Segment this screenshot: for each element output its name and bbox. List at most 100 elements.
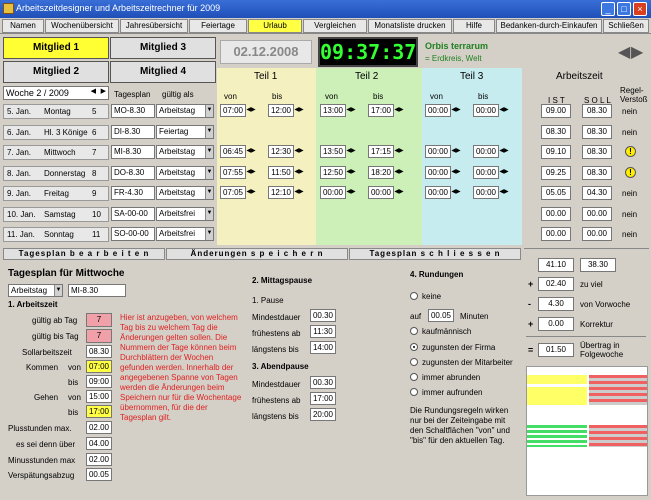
minus-field[interactable]: 02.00	[86, 453, 112, 466]
time-arrows-icon[interactable]: ◀▶	[246, 186, 256, 199]
day-type-select[interactable]: Arbeitstag ▼	[156, 166, 214, 180]
mind-field[interactable]: 00.30	[310, 309, 336, 322]
time-field-t1v[interactable]: 07:05	[220, 186, 246, 199]
time-arrows-icon[interactable]: ◀▶	[394, 145, 404, 158]
prev-arrow-icon[interactable]: ◀	[618, 42, 630, 62]
time-arrows-icon[interactable]: ◀▶	[246, 145, 256, 158]
time-field-t1b[interactable]: 12:30	[268, 145, 294, 158]
time-field-t3b[interactable]: 00:00	[473, 186, 499, 199]
time-field-t1b[interactable]: 12:00	[268, 104, 294, 117]
menu-monatsliste-drucken[interactable]: Monatsliste drucken	[368, 19, 452, 33]
kommen-bis-field[interactable]: 09:00	[86, 375, 112, 388]
time-field-t3v[interactable]: 00:00	[425, 145, 451, 158]
time-arrows-icon[interactable]: ◀▶	[246, 166, 256, 179]
day-row[interactable]: 9. Jan. Freitag 9	[3, 186, 109, 201]
time-field-t2b[interactable]: 17:00	[368, 104, 394, 117]
korrektur-field[interactable]: 0.00	[538, 317, 574, 331]
frueh2-field[interactable]: 17:00	[310, 392, 336, 405]
soll-field[interactable]: 08.30	[86, 345, 112, 358]
gehen-von-field[interactable]: 15:00	[86, 390, 112, 403]
menu-feiertage[interactable]: Feiertage	[189, 19, 247, 33]
day-type-select[interactable]: Arbeitstag ▼	[156, 186, 214, 200]
time-field-t3b[interactable]: 00:00	[473, 104, 499, 117]
save-changes-button[interactable]: Änderungen s p e i c h e r n	[166, 248, 348, 260]
menu-jahresuebersicht[interactable]: Jahresübersicht	[120, 19, 188, 33]
auf-field[interactable]: 00.05	[428, 309, 454, 322]
kommen-von-field[interactable]: 07:00	[86, 360, 112, 373]
member-4-button[interactable]: Mitglied 4	[110, 61, 216, 83]
week-next-icon[interactable]: ▶	[101, 87, 106, 95]
radio-firma[interactable]	[410, 343, 418, 351]
menu-urlaub[interactable]: Urlaub	[248, 19, 302, 33]
time-arrows-icon[interactable]: ◀▶	[346, 186, 356, 199]
day-type-select[interactable]: Arbeitsfrei ▼	[156, 207, 214, 221]
day-row[interactable]: 11. Jan. Sonntag 11	[3, 227, 109, 242]
time-arrows-icon[interactable]: ◀▶	[394, 186, 404, 199]
time-field-t1v[interactable]: 07:55	[220, 166, 246, 179]
time-field-t2v[interactable]: 00:00	[320, 186, 346, 199]
time-field-t3b[interactable]: 00:00	[473, 166, 499, 179]
time-arrows-icon[interactable]: ◀▶	[246, 104, 256, 117]
plus-field[interactable]: 02.00	[86, 421, 112, 434]
day-row[interactable]: 7. Jan. Mittwoch 7	[3, 145, 109, 160]
day-tagesplan[interactable]: FR-4.30	[111, 186, 155, 200]
time-arrows-icon[interactable]: ◀▶	[451, 104, 461, 117]
edit-tagesplan-button[interactable]: Tagesplan b e a r b e i t e n	[3, 248, 165, 260]
day-tagesplan[interactable]: SO-00-00	[111, 227, 155, 241]
time-arrows-icon[interactable]: ◀▶	[294, 166, 304, 179]
time-field-t2b[interactable]: 00:00	[368, 186, 394, 199]
frueh-field[interactable]: 11:30	[310, 325, 336, 338]
menu-namen[interactable]: Namen	[2, 19, 44, 33]
time-field-t1v[interactable]: 06:45	[220, 145, 246, 158]
radio-keine[interactable]	[410, 292, 418, 300]
close-button[interactable]: ×	[633, 2, 647, 16]
week-selector[interactable]: Woche 2 / 2009 ◀ ▶	[3, 86, 109, 100]
time-arrows-icon[interactable]: ◀▶	[499, 186, 509, 199]
plan-name-field[interactable]: MI-8.30	[68, 284, 126, 297]
time-arrows-icon[interactable]: ◀▶	[499, 104, 509, 117]
ab-tag-field[interactable]: 7	[86, 313, 112, 327]
member-2-button[interactable]: Mitglied 2	[3, 61, 109, 83]
day-tagesplan[interactable]: DO-8.30	[111, 166, 155, 180]
day-type-select[interactable]: Feiertag ▼	[156, 125, 214, 139]
time-arrows-icon[interactable]: ◀▶	[499, 166, 509, 179]
spaet-field[interactable]: 14:00	[310, 341, 336, 354]
day-tagesplan[interactable]: DI-8.30	[111, 125, 155, 139]
esseidenn-field[interactable]: 04.00	[86, 437, 112, 450]
time-field-t3v[interactable]: 00:00	[425, 186, 451, 199]
time-field-t2v[interactable]: 13:00	[320, 104, 346, 117]
day-row[interactable]: 8. Jan. Donnerstag 8	[3, 166, 109, 181]
day-type-select[interactable]: Arbeitsfrei ▼	[156, 227, 214, 241]
time-field-t1v[interactable]: 07:00	[220, 104, 246, 117]
gehen-bis-field[interactable]: 17:00	[86, 405, 112, 418]
time-arrows-icon[interactable]: ◀▶	[451, 166, 461, 179]
radio-aufrunden[interactable]	[410, 388, 418, 396]
time-arrows-icon[interactable]: ◀▶	[451, 145, 461, 158]
time-arrows-icon[interactable]: ◀▶	[346, 166, 356, 179]
time-arrows-icon[interactable]: ◀▶	[451, 186, 461, 199]
spaet2-field[interactable]: 20:00	[310, 408, 336, 421]
minimize-button[interactable]: _	[601, 2, 615, 16]
day-row[interactable]: 10. Jan. Samstag 10	[3, 207, 109, 222]
mind2-field[interactable]: 00.30	[310, 376, 336, 389]
week-prev-icon[interactable]: ◀	[91, 87, 96, 95]
time-arrows-icon[interactable]: ◀▶	[499, 145, 509, 158]
time-arrows-icon[interactable]: ◀▶	[394, 166, 404, 179]
menu-vergleichen[interactable]: Vergleichen	[303, 19, 367, 33]
bis-tag-field[interactable]: 7	[86, 329, 112, 343]
day-row[interactable]: 5. Jan. Montag 5	[3, 104, 109, 119]
day-type-select[interactable]: Arbeitstag ▼	[156, 104, 214, 118]
time-arrows-icon[interactable]: ◀▶	[346, 145, 356, 158]
close-tagesplan-button[interactable]: Tagesplan s c h l i e s s e n	[349, 248, 521, 260]
time-field-t3b[interactable]: 00:00	[473, 145, 499, 158]
time-field-t2v[interactable]: 13:50	[320, 145, 346, 158]
time-arrows-icon[interactable]: ◀▶	[346, 104, 356, 117]
time-field-t1b[interactable]: 11:50	[268, 166, 294, 179]
plan-type-select[interactable]: Arbeitstag ▼	[8, 284, 63, 297]
menu-schliessen[interactable]: Schließen	[603, 19, 649, 33]
day-row[interactable]: 6. Jan. Hl. 3 Könige 6	[3, 125, 109, 140]
day-tagesplan[interactable]: MI-8.30	[111, 145, 155, 159]
radio-mitarbeiter[interactable]	[410, 358, 418, 366]
member-3-button[interactable]: Mitglied 3	[110, 37, 216, 59]
next-arrow-icon[interactable]: ▶	[631, 42, 643, 62]
